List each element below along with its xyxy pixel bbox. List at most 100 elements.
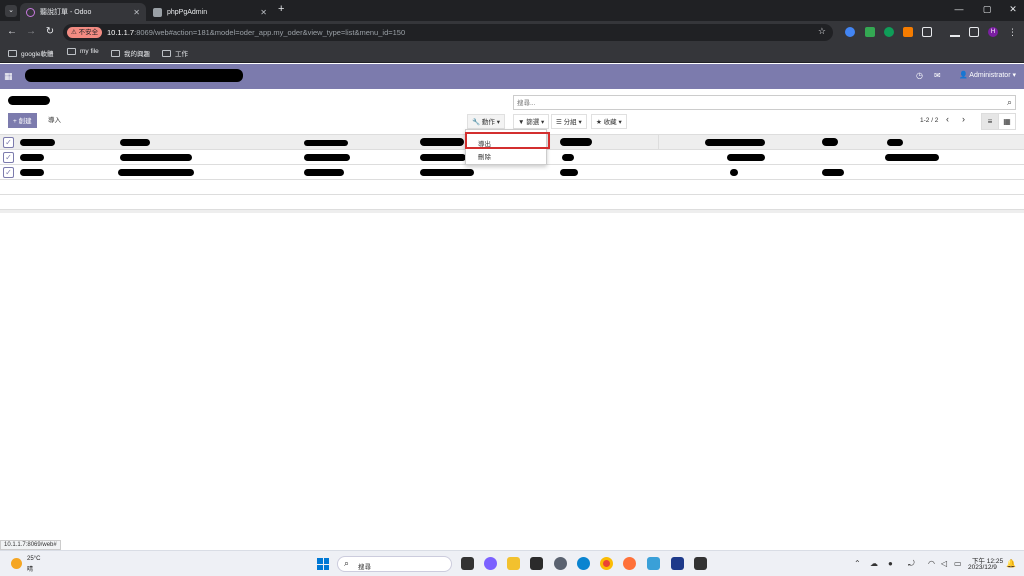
- task-view-icon[interactable]: [461, 557, 474, 570]
- start-windows-icon[interactable]: [317, 558, 329, 570]
- taskbar-search-label: 搜尋: [358, 564, 371, 571]
- highlight-box: [465, 132, 550, 149]
- chat-icon[interactable]: [484, 557, 497, 570]
- redacted-header: [304, 140, 348, 146]
- odoo-favicon-icon: [26, 7, 35, 17]
- app-icon[interactable]: [694, 557, 707, 570]
- tray-cloud-icon[interactable]: ☁: [870, 559, 878, 568]
- weather-sun-icon[interactable]: [11, 558, 22, 569]
- edge-browser-icon[interactable]: [577, 557, 590, 570]
- calendar-view-icon[interactable]: ▦: [998, 113, 1016, 130]
- extension-green-icon[interactable]: [865, 27, 875, 37]
- pager-next-icon[interactable]: ›: [962, 114, 965, 124]
- bookmark-star-icon[interactable]: ☆: [818, 26, 826, 37]
- url-text[interactable]: 10.1.1.7:8069/web#action=181&model=oder_…: [107, 27, 405, 38]
- activity-clock-icon[interactable]: ◷: [916, 71, 923, 80]
- pager-previous-icon[interactable]: ‹: [946, 114, 949, 124]
- user-name: Administrator: [969, 72, 1011, 79]
- redacted-cell: [420, 154, 466, 161]
- redacted-header: [887, 139, 903, 146]
- menu-kebab-icon[interactable]: ⋮: [1008, 27, 1018, 37]
- tab-phppgadmin[interactable]: phpPgAdmin ✕: [147, 3, 273, 21]
- action-label: 動作: [481, 119, 495, 126]
- minimize-button[interactable]: —: [952, 4, 966, 14]
- filter-dropdown[interactable]: ▼ 篩選 ▾: [513, 114, 550, 129]
- action-dropdown[interactable]: 🔧 動作 ▾: [467, 114, 505, 129]
- extension-grammarly-icon[interactable]: [884, 27, 894, 37]
- menu-item-delete[interactable]: 刪除: [478, 151, 491, 161]
- url-host: 10.1.1.7: [107, 28, 135, 37]
- row-checkbox[interactable]: ✓: [3, 167, 14, 178]
- favorite-dropdown[interactable]: ★ 收藏 ▾: [591, 114, 627, 129]
- new-tab-button[interactable]: +: [278, 3, 284, 15]
- redacted-cell: [20, 169, 44, 176]
- profile-avatar[interactable]: H: [988, 27, 998, 37]
- battery-icon[interactable]: ▭: [954, 559, 962, 568]
- extension-orange-icon[interactable]: [903, 27, 913, 37]
- maximize-button[interactable]: ▢: [980, 4, 994, 15]
- address-bar[interactable]: ⚠ 不安全 10.1.1.7:8069/web#action=181&model…: [63, 24, 833, 41]
- tray-input-icon[interactable]: ⤾: [908, 559, 915, 569]
- redacted-cell: [727, 154, 765, 161]
- clock-date[interactable]: 2023/12/9: [968, 564, 997, 571]
- reload-icon[interactable]: ↻: [43, 26, 57, 37]
- extensions-puzzle-icon[interactable]: [922, 27, 932, 37]
- redacted-cell: [562, 154, 574, 161]
- browser-toolbar: ← → ↻ ⚠ 不安全 10.1.1.7:8069/web#action=181…: [0, 21, 1024, 44]
- wifi-icon[interactable]: ◠: [928, 559, 935, 568]
- terminal-icon[interactable]: [530, 557, 543, 570]
- not-secure-badge[interactable]: ⚠ 不安全: [67, 27, 103, 38]
- create-button[interactable]: + 創建: [8, 113, 37, 128]
- pager-value[interactable]: 1-2 / 2: [920, 117, 938, 124]
- redacted-header: [560, 138, 592, 146]
- app-icon[interactable]: [647, 557, 660, 570]
- side-panel-icon[interactable]: [969, 27, 979, 37]
- weather-condition: 晴: [27, 567, 34, 573]
- group-dropdown[interactable]: ☰ 分組 ▾: [551, 114, 587, 129]
- bookmark-label: google軟體: [21, 51, 54, 58]
- tab-search-icon[interactable]: ⌄: [5, 5, 17, 17]
- notification-bell-icon[interactable]: 🔔: [1006, 559, 1016, 568]
- tray-app-icon[interactable]: ●: [888, 559, 893, 568]
- import-button[interactable]: 導入: [44, 113, 65, 128]
- select-all-checkbox[interactable]: ✓: [3, 137, 14, 148]
- list-view-icon[interactable]: ≡: [981, 113, 999, 130]
- forward-arrow-icon[interactable]: →: [24, 26, 38, 37]
- redacted-header: [120, 139, 150, 146]
- file-explorer-icon[interactable]: [507, 557, 520, 570]
- user-menu[interactable]: 👤 Administrator ▾: [959, 71, 1016, 79]
- group-label: 分組: [563, 119, 577, 126]
- tray-chevron-icon[interactable]: ⌃: [854, 559, 861, 568]
- back-arrow-icon[interactable]: ←: [5, 26, 19, 37]
- chrome-browser-icon[interactable]: [600, 557, 613, 570]
- bookmark-interests[interactable]: 我的興趣: [111, 48, 150, 58]
- close-window-button[interactable]: ✕: [1006, 4, 1020, 15]
- extension-chrome-icon[interactable]: [845, 27, 855, 37]
- phppgadmin-favicon-icon: [153, 7, 162, 17]
- redacted-header: [822, 138, 838, 146]
- bookmark-work[interactable]: 工作: [162, 48, 188, 58]
- download-icon[interactable]: [950, 27, 960, 37]
- folder-icon: [162, 49, 171, 57]
- virtualbox-icon[interactable]: [671, 557, 684, 570]
- bookmark-google[interactable]: google軟體: [8, 48, 54, 58]
- volume-icon[interactable]: ◁: [941, 559, 947, 568]
- close-tab-icon[interactable]: ✕: [133, 8, 140, 17]
- not-secure-label: 不安全: [78, 29, 99, 36]
- taskbar-search[interactable]: ⌕ 搜尋: [337, 556, 452, 572]
- close-tab-icon[interactable]: ✕: [260, 8, 267, 17]
- apps-grid-icon[interactable]: ▦: [4, 72, 13, 81]
- search-input[interactable]: [517, 98, 997, 108]
- settings-gear-icon[interactable]: [554, 557, 567, 570]
- folder-icon: [8, 49, 17, 57]
- bookmark-my-file[interactable]: my file: [67, 48, 99, 55]
- row-checkbox[interactable]: ✓: [3, 152, 14, 163]
- redacted-cell: [20, 154, 44, 161]
- search-icon[interactable]: ⌕: [1007, 97, 1012, 108]
- tab-odoo[interactable]: 聽說訂單 - Odoo ✕: [20, 3, 146, 21]
- firefox-icon[interactable]: [623, 557, 636, 570]
- table-row[interactable]: ✓: [0, 165, 1024, 180]
- taskbar: 25°C 晴 ⌕ 搜尋 ⌃ ☁ ● ⤾ ◠ ◁ ▭ 下午 12:25 2023/…: [0, 550, 1024, 576]
- search-icon: ⌕: [344, 558, 350, 568]
- messages-icon[interactable]: ✉: [934, 71, 941, 80]
